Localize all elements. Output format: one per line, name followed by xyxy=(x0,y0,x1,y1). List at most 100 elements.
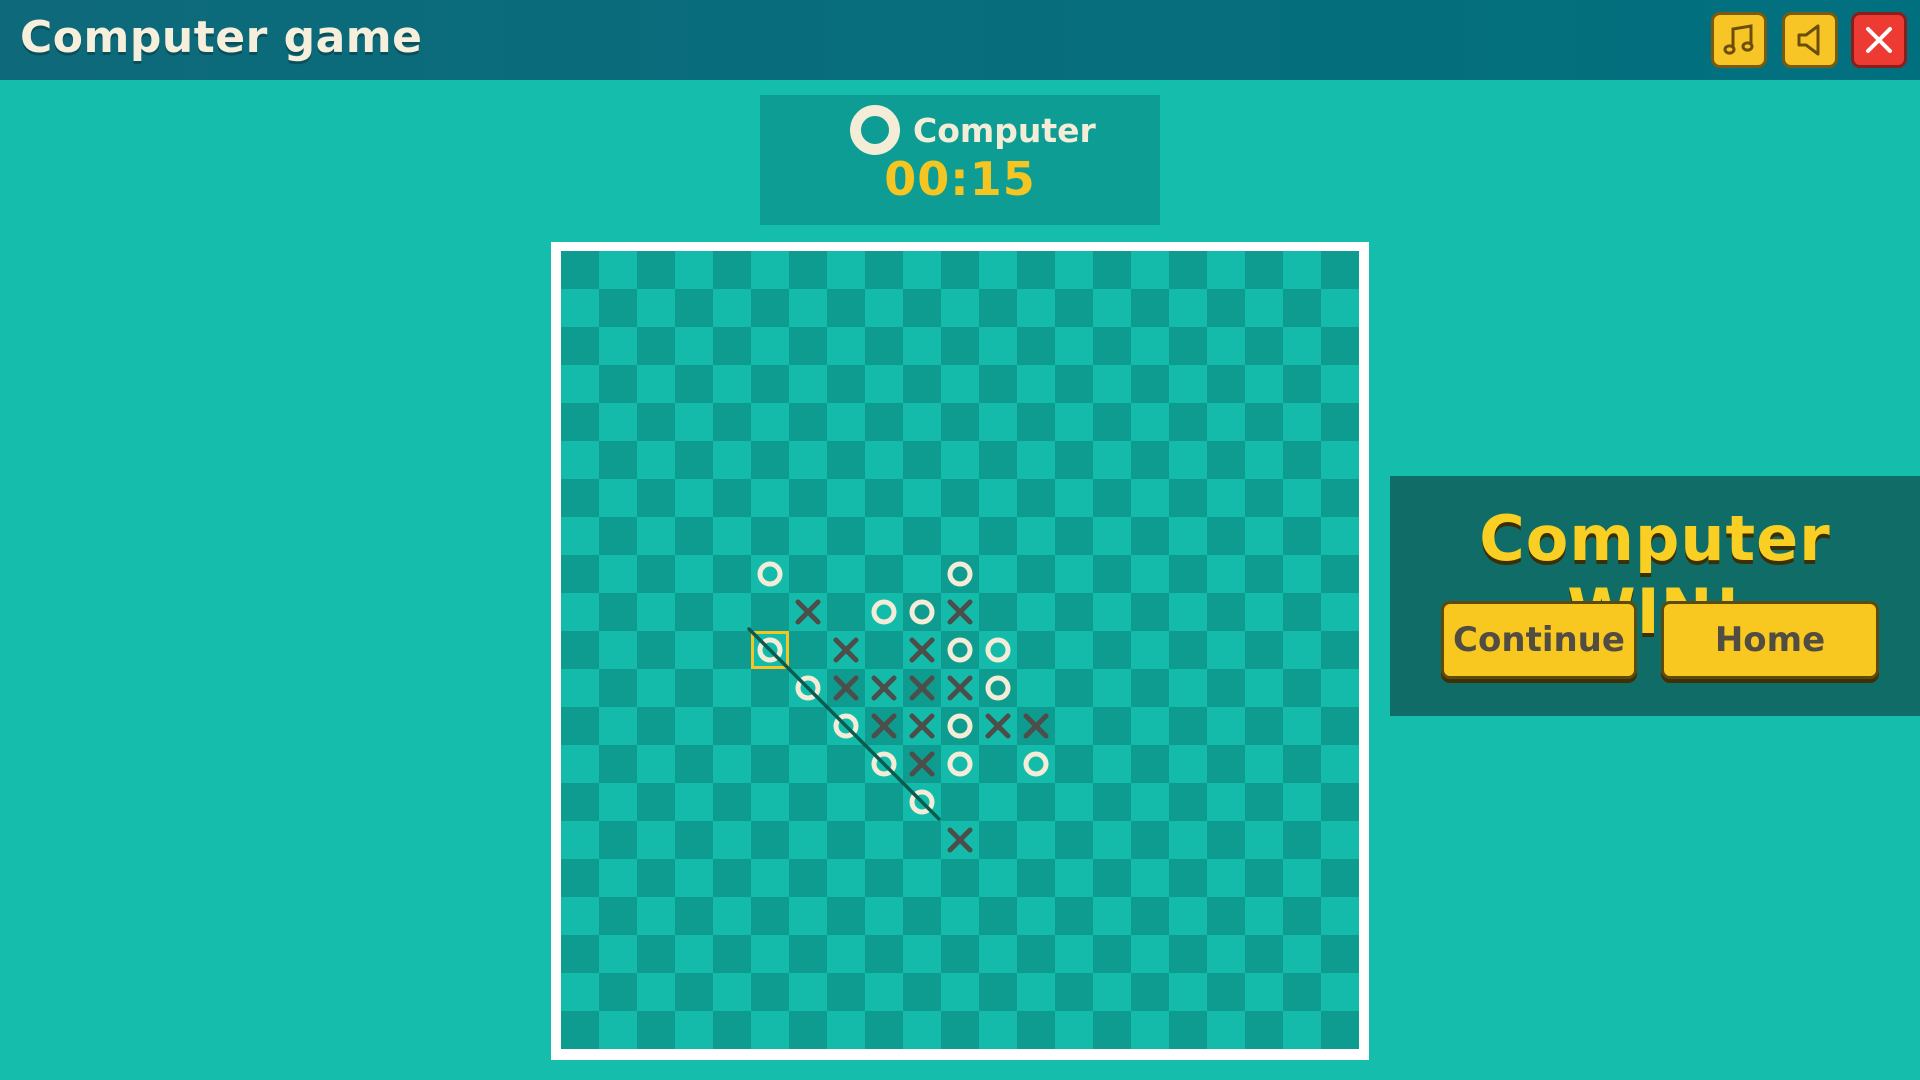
board-cell[interactable] xyxy=(1283,327,1321,365)
board-cell[interactable] xyxy=(1283,555,1321,593)
board-cell[interactable] xyxy=(1055,593,1093,631)
board-cell[interactable] xyxy=(1017,555,1055,593)
board-cell[interactable] xyxy=(827,1011,865,1049)
board-cell[interactable] xyxy=(675,403,713,441)
board-cell[interactable] xyxy=(1055,707,1093,745)
board-cell[interactable] xyxy=(827,897,865,935)
board-cell[interactable] xyxy=(1093,859,1131,897)
board-cell[interactable] xyxy=(1283,669,1321,707)
board-cell[interactable] xyxy=(865,897,903,935)
board-cell[interactable] xyxy=(789,1011,827,1049)
board-cell[interactable] xyxy=(713,707,751,745)
board-cell[interactable] xyxy=(903,517,941,555)
board-cell[interactable] xyxy=(903,935,941,973)
board-cell[interactable] xyxy=(827,441,865,479)
board-cell[interactable] xyxy=(1017,631,1055,669)
board-cell[interactable] xyxy=(1131,365,1169,403)
board-cell[interactable] xyxy=(1169,441,1207,479)
board-cell[interactable] xyxy=(561,403,599,441)
board-cell[interactable] xyxy=(1093,327,1131,365)
board-cell[interactable] xyxy=(1093,555,1131,593)
board-cell[interactable] xyxy=(599,251,637,289)
board-cell[interactable] xyxy=(1055,517,1093,555)
board-cell[interactable] xyxy=(1131,1011,1169,1049)
board-cell[interactable] xyxy=(599,745,637,783)
board-cell[interactable] xyxy=(1055,327,1093,365)
board-cell[interactable] xyxy=(1283,479,1321,517)
board-cell[interactable] xyxy=(675,593,713,631)
board-cell[interactable] xyxy=(827,517,865,555)
board-cell[interactable] xyxy=(713,745,751,783)
board-cell[interactable] xyxy=(1131,821,1169,859)
music-button[interactable] xyxy=(1711,12,1767,68)
board-cell[interactable] xyxy=(979,631,1017,669)
board-cell[interactable] xyxy=(979,859,1017,897)
board-cell[interactable] xyxy=(561,745,599,783)
board-cell[interactable] xyxy=(789,973,827,1011)
board-cell[interactable] xyxy=(561,365,599,403)
board-cell[interactable] xyxy=(1017,821,1055,859)
board-cell[interactable] xyxy=(1169,289,1207,327)
board-cell[interactable] xyxy=(1245,555,1283,593)
board-cell[interactable] xyxy=(713,289,751,327)
board-cell[interactable] xyxy=(561,517,599,555)
board-cell[interactable] xyxy=(903,1011,941,1049)
board-cell[interactable] xyxy=(675,479,713,517)
board-cell[interactable] xyxy=(713,365,751,403)
board-cell[interactable] xyxy=(789,897,827,935)
board-cell[interactable] xyxy=(1055,821,1093,859)
board-cell[interactable] xyxy=(903,365,941,403)
board-cell[interactable] xyxy=(979,973,1017,1011)
board-cell[interactable] xyxy=(561,441,599,479)
continue-button[interactable]: Continue xyxy=(1441,601,1637,679)
board-cell[interactable] xyxy=(1093,403,1131,441)
board-cell[interactable] xyxy=(751,479,789,517)
board-cell[interactable] xyxy=(941,1011,979,1049)
board-cell[interactable] xyxy=(827,289,865,327)
board-cell[interactable] xyxy=(1017,251,1055,289)
board-cell[interactable] xyxy=(1017,897,1055,935)
board-cell[interactable] xyxy=(561,897,599,935)
board-cell[interactable] xyxy=(903,403,941,441)
board-cell[interactable] xyxy=(1055,251,1093,289)
board-cell[interactable] xyxy=(1207,897,1245,935)
board-cell[interactable] xyxy=(865,783,903,821)
board-cell[interactable] xyxy=(637,593,675,631)
board-cell[interactable] xyxy=(1169,555,1207,593)
sound-button[interactable] xyxy=(1782,12,1838,68)
board-cell[interactable] xyxy=(1131,555,1169,593)
board-cell[interactable] xyxy=(941,745,979,783)
board-cell[interactable] xyxy=(1093,1011,1131,1049)
board-cell[interactable] xyxy=(713,593,751,631)
game-board[interactable] xyxy=(561,251,1359,1049)
board-cell[interactable] xyxy=(1321,403,1359,441)
board-cell[interactable] xyxy=(751,973,789,1011)
board-cell[interactable] xyxy=(675,783,713,821)
board-cell[interactable] xyxy=(865,973,903,1011)
board-cell[interactable] xyxy=(675,251,713,289)
board-cell[interactable] xyxy=(865,251,903,289)
board-cell[interactable] xyxy=(675,897,713,935)
board-cell[interactable] xyxy=(941,973,979,1011)
board-cell[interactable] xyxy=(1207,669,1245,707)
board-cell[interactable] xyxy=(1207,441,1245,479)
board-cell[interactable] xyxy=(751,669,789,707)
board-cell[interactable] xyxy=(979,1011,1017,1049)
board-cell[interactable] xyxy=(561,593,599,631)
board-cell[interactable] xyxy=(1245,1011,1283,1049)
board-cell[interactable] xyxy=(903,441,941,479)
board-cell[interactable] xyxy=(1131,631,1169,669)
close-button[interactable] xyxy=(1851,12,1907,68)
board-cell[interactable] xyxy=(1245,327,1283,365)
board-cell[interactable] xyxy=(941,403,979,441)
board-cell[interactable] xyxy=(903,859,941,897)
board-cell[interactable] xyxy=(675,631,713,669)
board-cell[interactable] xyxy=(789,859,827,897)
board-cell[interactable] xyxy=(1169,859,1207,897)
board-cell[interactable] xyxy=(1093,631,1131,669)
board-cell[interactable] xyxy=(599,327,637,365)
board-cell[interactable] xyxy=(1131,251,1169,289)
board-cell[interactable] xyxy=(941,783,979,821)
board-cell[interactable] xyxy=(751,593,789,631)
board-cell[interactable] xyxy=(979,251,1017,289)
